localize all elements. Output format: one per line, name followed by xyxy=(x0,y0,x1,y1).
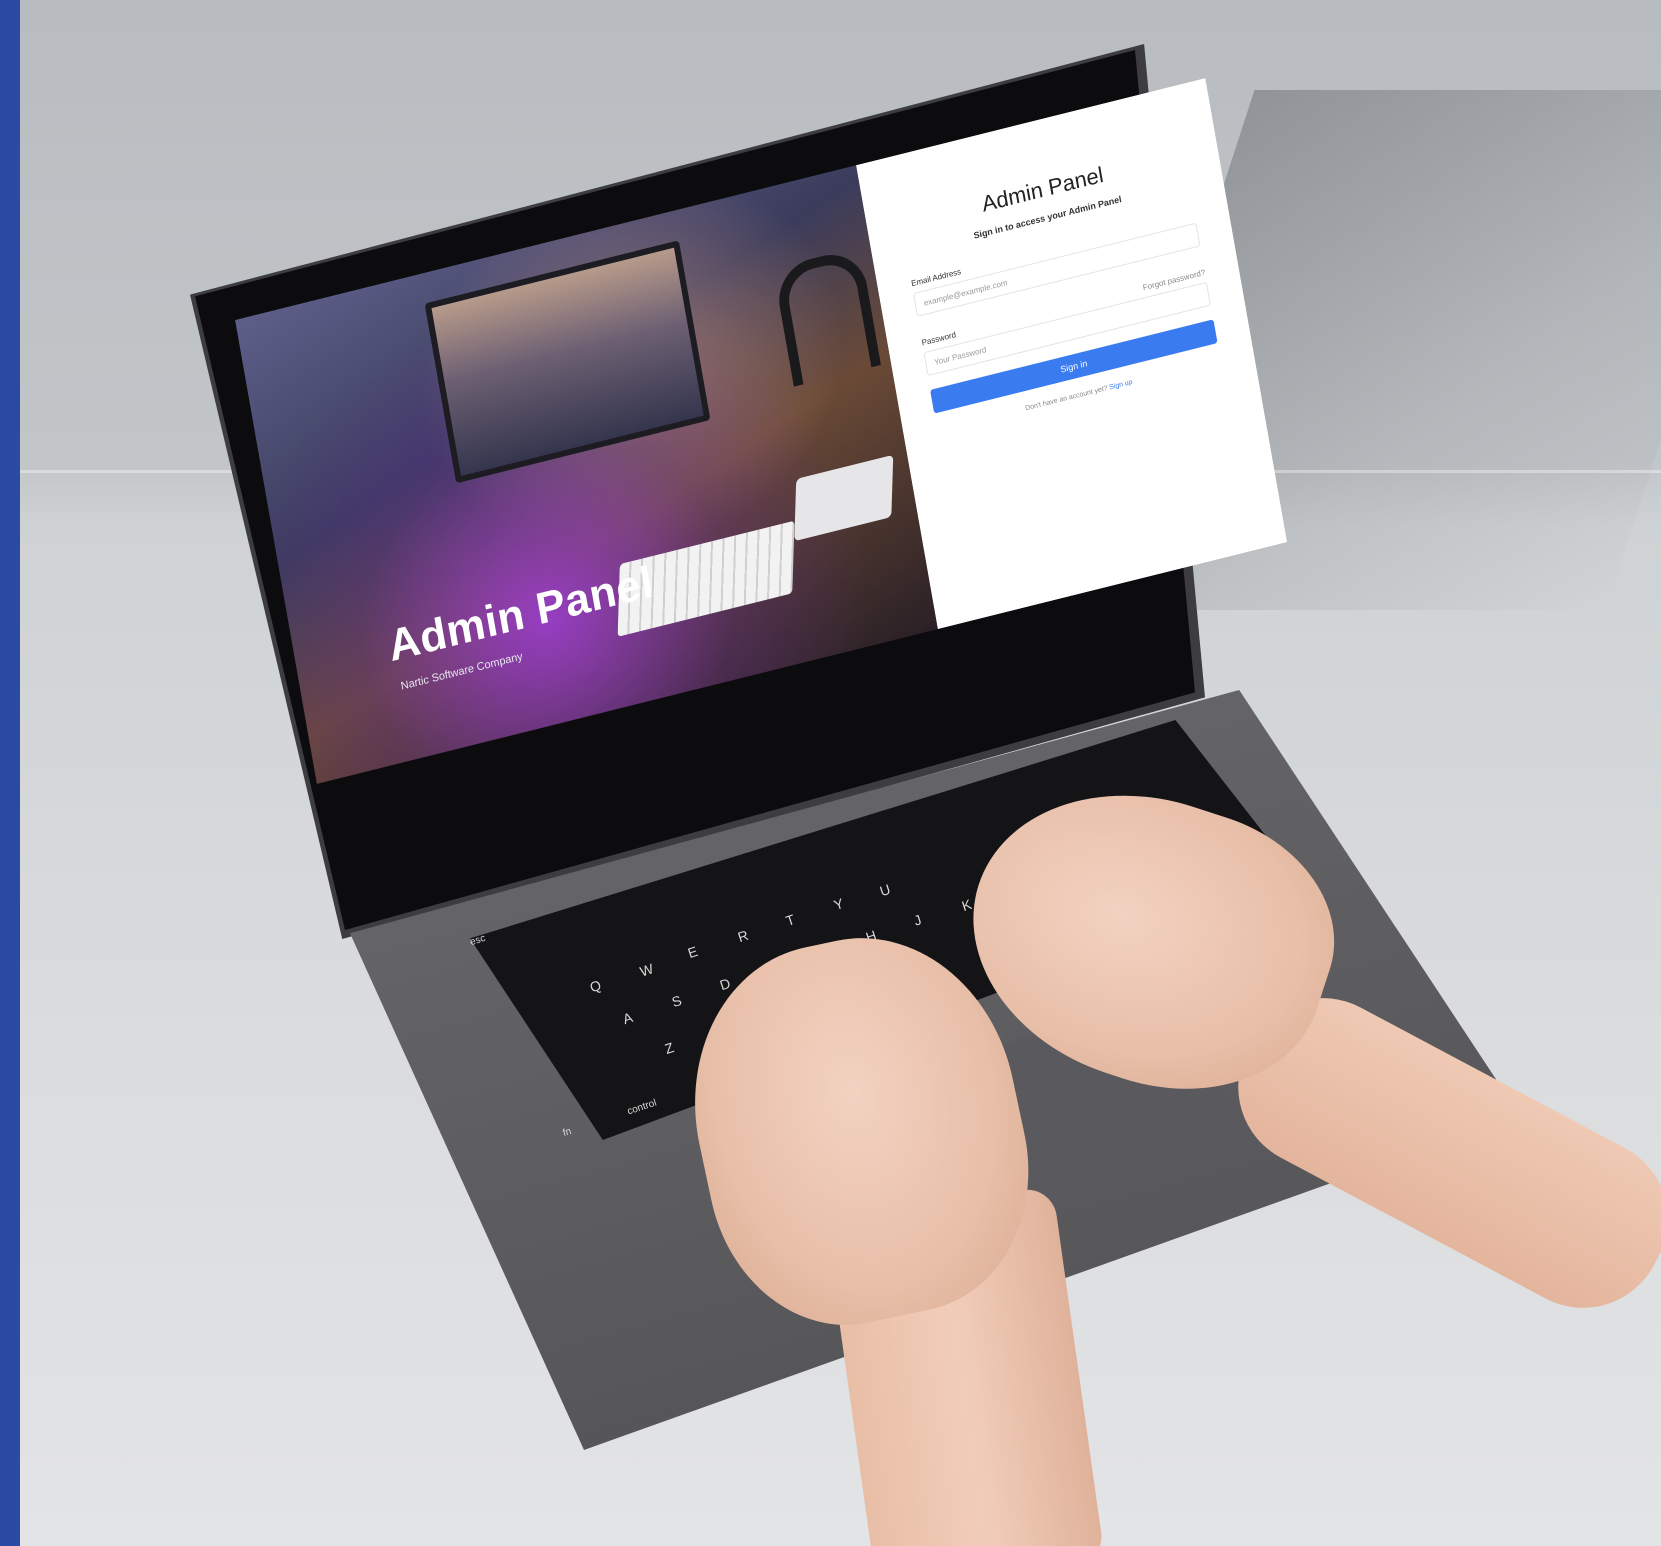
hero-headphones-graphic xyxy=(772,246,882,387)
signup-prompt: Don't have an account yet? xyxy=(1024,384,1109,413)
sign-up-link[interactable]: Sign up xyxy=(1109,379,1133,392)
hero-monitor-graphic xyxy=(424,240,711,484)
hero-trackpad-graphic xyxy=(794,454,894,542)
photo: Admin Panel Nartic Software Company Admi… xyxy=(20,0,1661,1546)
